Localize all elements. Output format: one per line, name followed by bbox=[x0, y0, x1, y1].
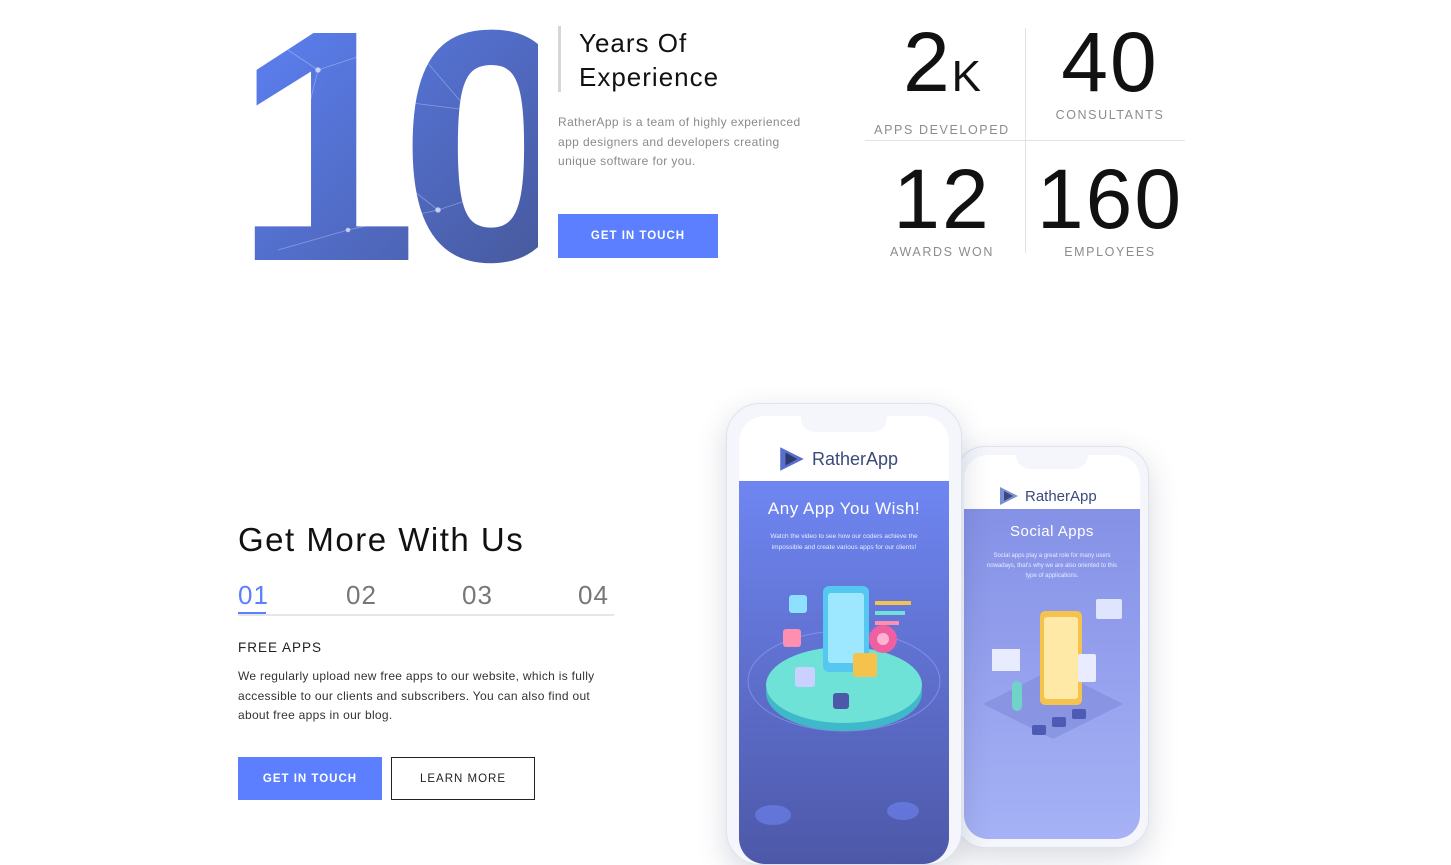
big-ten-graphic: 10 10 bbox=[238, 0, 538, 270]
feature-tabs: 01 02 03 04 bbox=[238, 578, 614, 616]
stat-consultants: 40 CONSULTANTS bbox=[1030, 20, 1190, 122]
tab-04[interactable]: 04 bbox=[578, 578, 609, 612]
screen-title: Any App You Wish! bbox=[767, 499, 921, 518]
tab-02[interactable]: 02 bbox=[346, 578, 377, 612]
phone-screen: Any App You Wish! Watch the video to see… bbox=[739, 481, 949, 864]
ratherapp-logo-icon bbox=[780, 447, 804, 471]
screen-text: Social apps play a great role for many u… bbox=[986, 553, 1118, 579]
tab-03[interactable]: 03 bbox=[462, 578, 493, 612]
stat-value: 160 bbox=[1036, 152, 1184, 246]
stats-divider-vertical-lower bbox=[1025, 141, 1026, 253]
stat-employees: 160 EMPLOYEES bbox=[1030, 157, 1190, 259]
screen-text: Watch the video to see how our coders ac… bbox=[770, 533, 918, 551]
learn-more-button[interactable]: LEARN MORE bbox=[391, 757, 535, 800]
stat-apps-developed: 2K APPS DEVELOPED bbox=[862, 20, 1022, 137]
feature-title: FREE APPS bbox=[238, 640, 323, 655]
stat-value: 12 bbox=[893, 152, 991, 246]
feature-description: We regularly upload new free apps to our… bbox=[238, 669, 595, 722]
tab-01[interactable]: 01 bbox=[238, 578, 269, 612]
stat-suffix: K bbox=[951, 52, 982, 101]
phone-mockup-back: RatherApp Social Apps Social apps play a… bbox=[955, 446, 1149, 848]
about-description: RatherApp is a team of highly experience… bbox=[558, 115, 801, 168]
big-ten-text: 10 bbox=[238, 0, 538, 270]
ratherapp-logo-icon bbox=[1000, 487, 1018, 505]
phone-brand: RatherApp bbox=[996, 483, 1097, 509]
years-divider bbox=[558, 26, 561, 92]
stat-label: APPS DEVELOPED bbox=[874, 123, 1010, 137]
get-in-touch-button-secondary[interactable]: GET IN TOUCH bbox=[238, 757, 382, 800]
phone-mockup-front: RatherApp Any App You Wish! Watch the vi… bbox=[726, 403, 962, 865]
get-in-touch-button[interactable]: GET IN TOUCH bbox=[558, 214, 718, 258]
phone-screen: Social Apps Social apps play a great rol… bbox=[964, 509, 1140, 839]
brand-name: RatherApp bbox=[812, 448, 899, 469]
active-tab-indicator bbox=[238, 612, 266, 614]
stat-label: CONSULTANTS bbox=[1055, 108, 1165, 122]
brand-name: RatherApp bbox=[1025, 487, 1097, 505]
stat-label: EMPLOYEES bbox=[1064, 245, 1156, 259]
phone-brand: RatherApp bbox=[775, 442, 898, 476]
any-app-illustration bbox=[747, 586, 941, 732]
screen-title: Social Apps bbox=[1010, 523, 1094, 540]
years-title: Years Of Experience bbox=[579, 28, 720, 92]
stats-divider-horizontal bbox=[865, 140, 1185, 141]
phone-notch bbox=[801, 416, 887, 432]
stat-label: AWARDS WON bbox=[890, 245, 994, 259]
stats-divider-vertical bbox=[1025, 28, 1026, 140]
decor-bubbles bbox=[755, 802, 919, 825]
stat-value: 40 bbox=[1061, 15, 1159, 109]
social-apps-illustration bbox=[983, 599, 1123, 739]
phone-notch bbox=[1016, 455, 1088, 469]
stat-awards-won: 12 AWARDS WON bbox=[862, 157, 1022, 259]
stat-value: 2K bbox=[902, 15, 982, 109]
section-title: Get More With Us bbox=[238, 521, 525, 558]
